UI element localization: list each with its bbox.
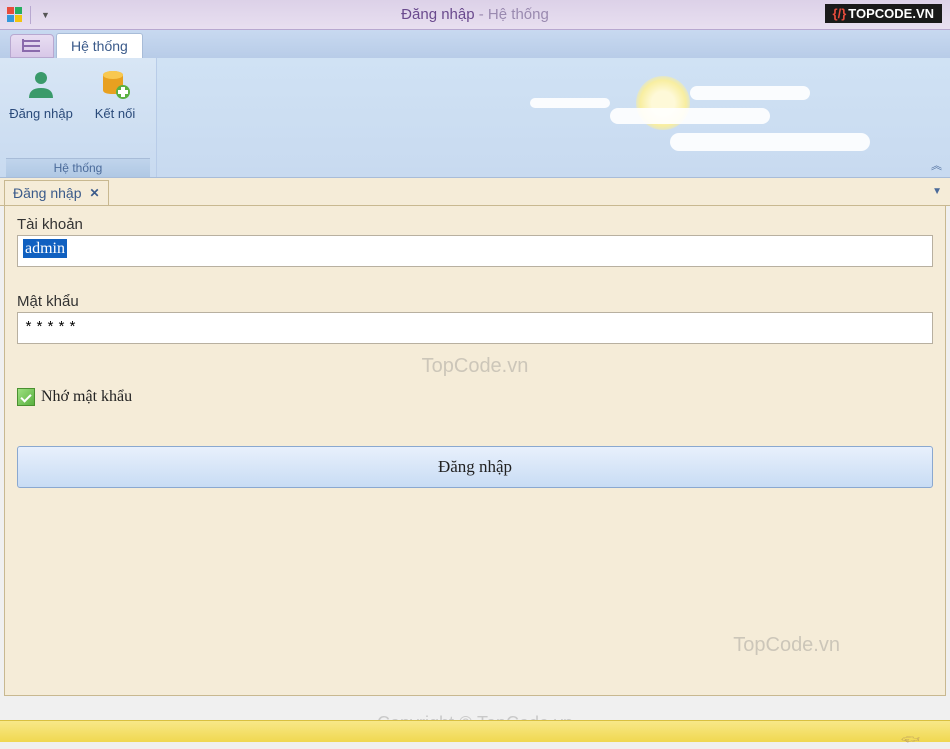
- ribbon-collapse-icon[interactable]: ︽: [931, 157, 942, 173]
- app-icon: [6, 7, 22, 23]
- password-input[interactable]: [17, 312, 933, 344]
- login-panel: Tài khoản admin Mật khẩu Nhớ mật khẩu Đă…: [4, 206, 946, 696]
- account-label: Tài khoản: [17, 216, 933, 233]
- remember-label: Nhớ mật khẩu: [41, 388, 132, 406]
- database-plus-icon: [97, 66, 133, 102]
- close-icon[interactable]: ✕: [90, 186, 100, 200]
- statusbar: 𓆟: [0, 720, 950, 742]
- ribbon-body: Đăng nhập Kết nối Hệ thống: [0, 58, 950, 178]
- cloud-decoration: [530, 98, 610, 108]
- cloud-decoration: [690, 86, 810, 100]
- fish-decoration: 𓆟: [901, 725, 920, 749]
- titlebar: ▼ Đăng nhập - Hệ thống {/}TOPCODE.VN: [0, 0, 950, 30]
- menu-icon: [22, 39, 42, 53]
- topcode-badge: {/}TOPCODE.VN: [825, 4, 942, 23]
- ribbon-group-system: Đăng nhập Kết nối Hệ thống: [0, 58, 157, 177]
- cloud-decoration: [610, 108, 770, 124]
- ribbon-tab-system[interactable]: Hệ thống: [56, 33, 143, 58]
- user-icon: [23, 66, 59, 102]
- ribbon-group-label: Hệ thống: [6, 158, 150, 177]
- ribbon-login-button[interactable]: Đăng nhập: [6, 62, 76, 125]
- account-input[interactable]: [17, 235, 933, 267]
- content-tab-strip: Đăng nhập ✕ ▼: [0, 178, 950, 206]
- ribbon-file-tab[interactable]: [10, 34, 54, 58]
- content-tabs-dropdown-icon[interactable]: ▼: [932, 186, 942, 197]
- qat-dropdown-icon[interactable]: ▼: [39, 8, 52, 22]
- content-tab-label: Đăng nhập: [13, 185, 82, 201]
- cloud-decoration: [670, 133, 870, 151]
- content-tab-login[interactable]: Đăng nhập ✕: [4, 180, 109, 205]
- ribbon-connect-label: Kết nối: [95, 106, 135, 121]
- window-title: Đăng nhập - Hệ thống: [401, 6, 549, 23]
- login-button[interactable]: Đăng nhập: [17, 446, 933, 488]
- ribbon-tab-strip: Hệ thống: [0, 30, 950, 58]
- password-label: Mật khẩu: [17, 293, 933, 310]
- remember-checkbox[interactable]: [17, 388, 35, 406]
- ribbon-login-label: Đăng nhập: [9, 106, 73, 121]
- ribbon-connect-button[interactable]: Kết nối: [80, 62, 150, 125]
